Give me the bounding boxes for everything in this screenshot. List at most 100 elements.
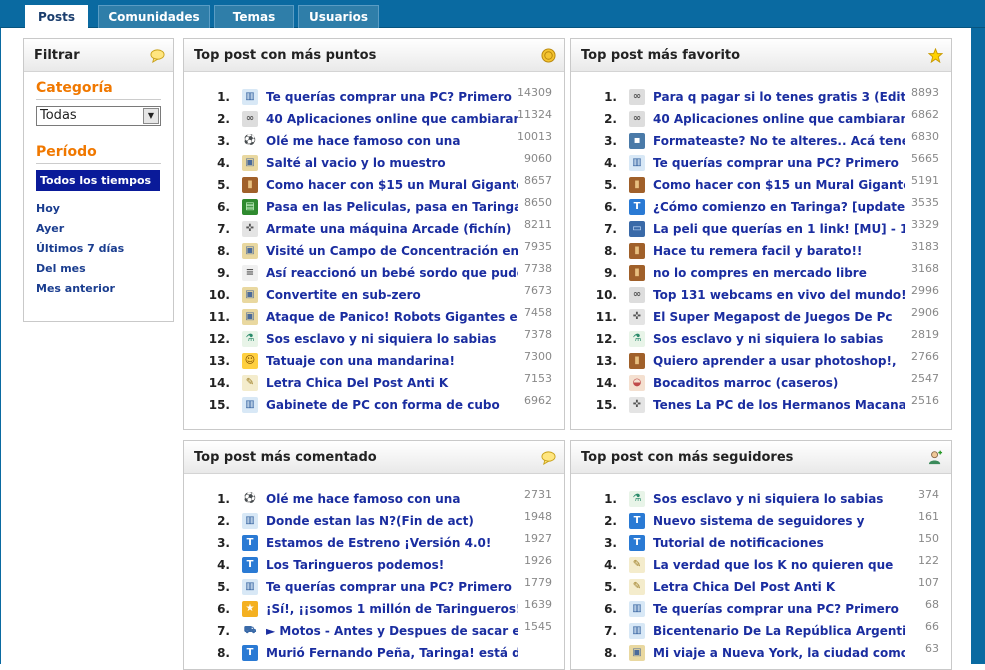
rank-number: 4. [217, 558, 230, 572]
rank-number: 2. [217, 514, 230, 528]
post-title-link[interactable]: Estamos de Estreno ¡Versión 4.0! [266, 532, 518, 554]
book-icon: ▥ [629, 623, 645, 639]
post-title-link[interactable]: Convertite en sub-zero [266, 284, 518, 306]
post-title-link[interactable]: Bocaditos marroc (caseros) [653, 372, 905, 394]
post-title-link[interactable]: Te querías comprar una PC? Primero [266, 576, 518, 598]
post-title-link[interactable]: Sos esclavo y ni siquiera lo sabias [653, 328, 905, 350]
list-item: 7. ▭ La peli que querías en 1 link! [MU] -… [583, 218, 951, 240]
t-icon: T [242, 535, 258, 551]
period-option-yesterday[interactable]: Ayer [36, 219, 161, 239]
post-title-link[interactable]: Hace tu remera facil y barato!! [653, 240, 905, 262]
post-title-link[interactable]: Te querías comprar una PC? Primero [653, 598, 905, 620]
post-title-link[interactable]: Te querías comprar una PC? Primero [266, 86, 518, 108]
post-count: 8893 [911, 86, 939, 99]
post-count: 1927 [524, 532, 552, 545]
list-item: 2. ∞ 40 Aplicaciones online que cambiaran … [583, 108, 951, 130]
post-title-link[interactable]: ¿Cómo comienzo en Taringa? [update] [653, 196, 905, 218]
rank-number: 2. [604, 112, 617, 126]
post-title-link[interactable]: ¡Sí!, ¡¡somos 1 millón de Taringueros!! [266, 598, 518, 620]
post-title-link[interactable]: Armate una máquina Arcade (fichín) [266, 218, 518, 240]
period-option-all-time[interactable]: Todos los tiempos [36, 170, 160, 191]
post-title-link[interactable]: Formateaste? No te alteres.. Acá tenés [653, 130, 905, 152]
post-title-link[interactable]: Para q pagar si lo tenes gratis 3 (Edit … [653, 86, 905, 108]
post-title-link[interactable]: Ataque de Panico! Robots Gigantes en [266, 306, 518, 328]
post-count: 1545 [524, 620, 552, 633]
period-option-today[interactable]: Hoy [36, 199, 161, 219]
post-title-link[interactable]: Donde estan las N?(Fin de act) [266, 510, 518, 532]
rank-number: 10. [595, 288, 617, 302]
rank-number: 8. [604, 646, 617, 660]
rank-number: 8. [217, 244, 230, 258]
post-title-link[interactable]: Te querías comprar una PC? Primero [653, 152, 905, 174]
rank-number: 7. [217, 624, 230, 638]
top-navigation-bar: Posts Comunidades Temas Usuarios [0, 0, 985, 29]
post-title-link[interactable]: Quiero aprender a usar photoshop!, [653, 350, 905, 372]
tab-posts[interactable]: Posts [25, 5, 88, 29]
post-title-link[interactable]: Bicentenario De La República Argentina [653, 620, 905, 642]
post-count: 1639 [524, 598, 552, 611]
post-title-link[interactable]: Tatuaje con una mandarina! [266, 350, 518, 372]
list-item: 4. ▣ Salté al vacio y lo muestro 9060 [196, 152, 564, 174]
tab-usuarios[interactable]: Usuarios [298, 5, 379, 28]
post-title-link[interactable]: La peli que querías en 1 link! [MU] - 1r… [653, 218, 905, 240]
post-title-link[interactable]: Gabinete de PC con forma de cubo [266, 394, 518, 416]
post-count: 9060 [524, 152, 552, 165]
list-item: 12. ⚗ Sos esclavo y ni siquiera lo sabias 2… [583, 328, 951, 350]
tab-temas[interactable]: Temas [214, 5, 294, 28]
post-title-link[interactable]: Salté al vacio y lo muestro [266, 152, 518, 174]
rank-number: 15. [595, 398, 617, 412]
post-count: 6830 [911, 130, 939, 143]
door-icon: ▮ [629, 265, 645, 281]
post-title-link[interactable]: 40 Aplicaciones online que cambiaran tu [653, 108, 905, 130]
game-icon: ✜ [629, 397, 645, 413]
post-title-link[interactable]: Letra Chica Del Post Anti K [266, 372, 518, 394]
post-title-link[interactable]: no lo compres en mercado libre [653, 262, 905, 284]
rank-number: 4. [604, 156, 617, 170]
post-title-link[interactable]: Sos esclavo y ni siquiera lo sabias [266, 328, 518, 350]
post-title-link[interactable]: Murió Fernando Peña, Taringa! está de [266, 642, 518, 664]
post-title-link[interactable]: Olé me hace famoso con una [266, 130, 518, 152]
flask-icon: ⚗ [629, 491, 645, 507]
list-item: 4. ✎ La verdad que los K no quieren que 122 [583, 554, 951, 576]
post-title-link[interactable]: Sos esclavo y ni siquiera lo sabias [653, 488, 905, 510]
post-title-link[interactable]: Tenes La PC de los Hermanos Macana? - [653, 394, 905, 416]
post-title-link[interactable]: Así reaccionó un bebé sordo que pudo [266, 262, 518, 284]
post-title-link[interactable]: Como hacer con $15 un Mural Gigante! [266, 174, 518, 196]
period-option-last-7-days[interactable]: Últimos 7 días [36, 239, 161, 259]
post-title-link[interactable]: Nuevo sistema de seguidores y [653, 510, 905, 532]
post-title-link[interactable]: Los Taringueros podemos! [266, 554, 518, 576]
panel-title: Top post más favorito [581, 48, 741, 63]
tab-comunidades[interactable]: Comunidades [98, 5, 210, 28]
post-title-link[interactable]: 40 Aplicaciones online que cambiaran tu [266, 108, 518, 130]
panel-header: Top post con más seguidores [571, 441, 951, 474]
post-count: 2516 [911, 394, 939, 407]
post-title-link[interactable]: Pasa en las Peliculas, pasa en Taringa! [266, 196, 518, 218]
period-option-this-month[interactable]: Del mes [36, 259, 161, 279]
post-title-link[interactable]: El Super Megapost de Juegos De Pc [653, 306, 905, 328]
flask-icon: ⚗ [242, 331, 258, 347]
category-select[interactable]: Todas ▼ [36, 106, 161, 126]
period-option-last-month[interactable]: Mes anterior [36, 279, 161, 299]
post-title-link[interactable]: Mi viaje a Nueva York, la ciudad como [653, 642, 905, 664]
speech-bubble-icon [541, 451, 556, 465]
chevron-down-icon[interactable]: ▼ [143, 108, 159, 124]
post-title-link[interactable]: Como hacer con $15 un Mural Gigante! [653, 174, 905, 196]
post-title-link[interactable]: ► Motos - Antes y Despues de sacar el [266, 620, 518, 642]
rank-number: 11. [595, 310, 617, 324]
quill-icon: ✎ [629, 557, 645, 573]
post-title-link[interactable]: Tutorial de notificaciones [653, 532, 905, 554]
post-title-link[interactable]: Letra Chica Del Post Anti K [653, 576, 905, 598]
post-title-link[interactable]: Olé me hace famoso con una [266, 488, 518, 510]
post-title-link[interactable]: Visité un Campo de Concentración en [266, 240, 518, 262]
list-item: 11. ▣ Ataque de Panico! Robots Gigantes en… [196, 306, 564, 328]
post-title-link[interactable]: La verdad que los K no quieren que [653, 554, 905, 576]
post-count: 122 [918, 554, 939, 567]
rank-number: 5. [604, 580, 617, 594]
list-item: 5. ▥ Te querías comprar una PC? Primero 177… [196, 576, 564, 598]
post-title-link[interactable]: Top 131 webcams en vivo del mundo! [653, 284, 905, 306]
post-count: 2819 [911, 328, 939, 341]
ranked-list: 1. ⚗ Sos esclavo y ni siquiera lo sabias 37… [571, 474, 951, 664]
list-item: 2. T Nuevo sistema de seguidores y 161 [583, 510, 951, 532]
photo-icon: ▣ [242, 243, 258, 259]
post-count: 7378 [524, 328, 552, 341]
